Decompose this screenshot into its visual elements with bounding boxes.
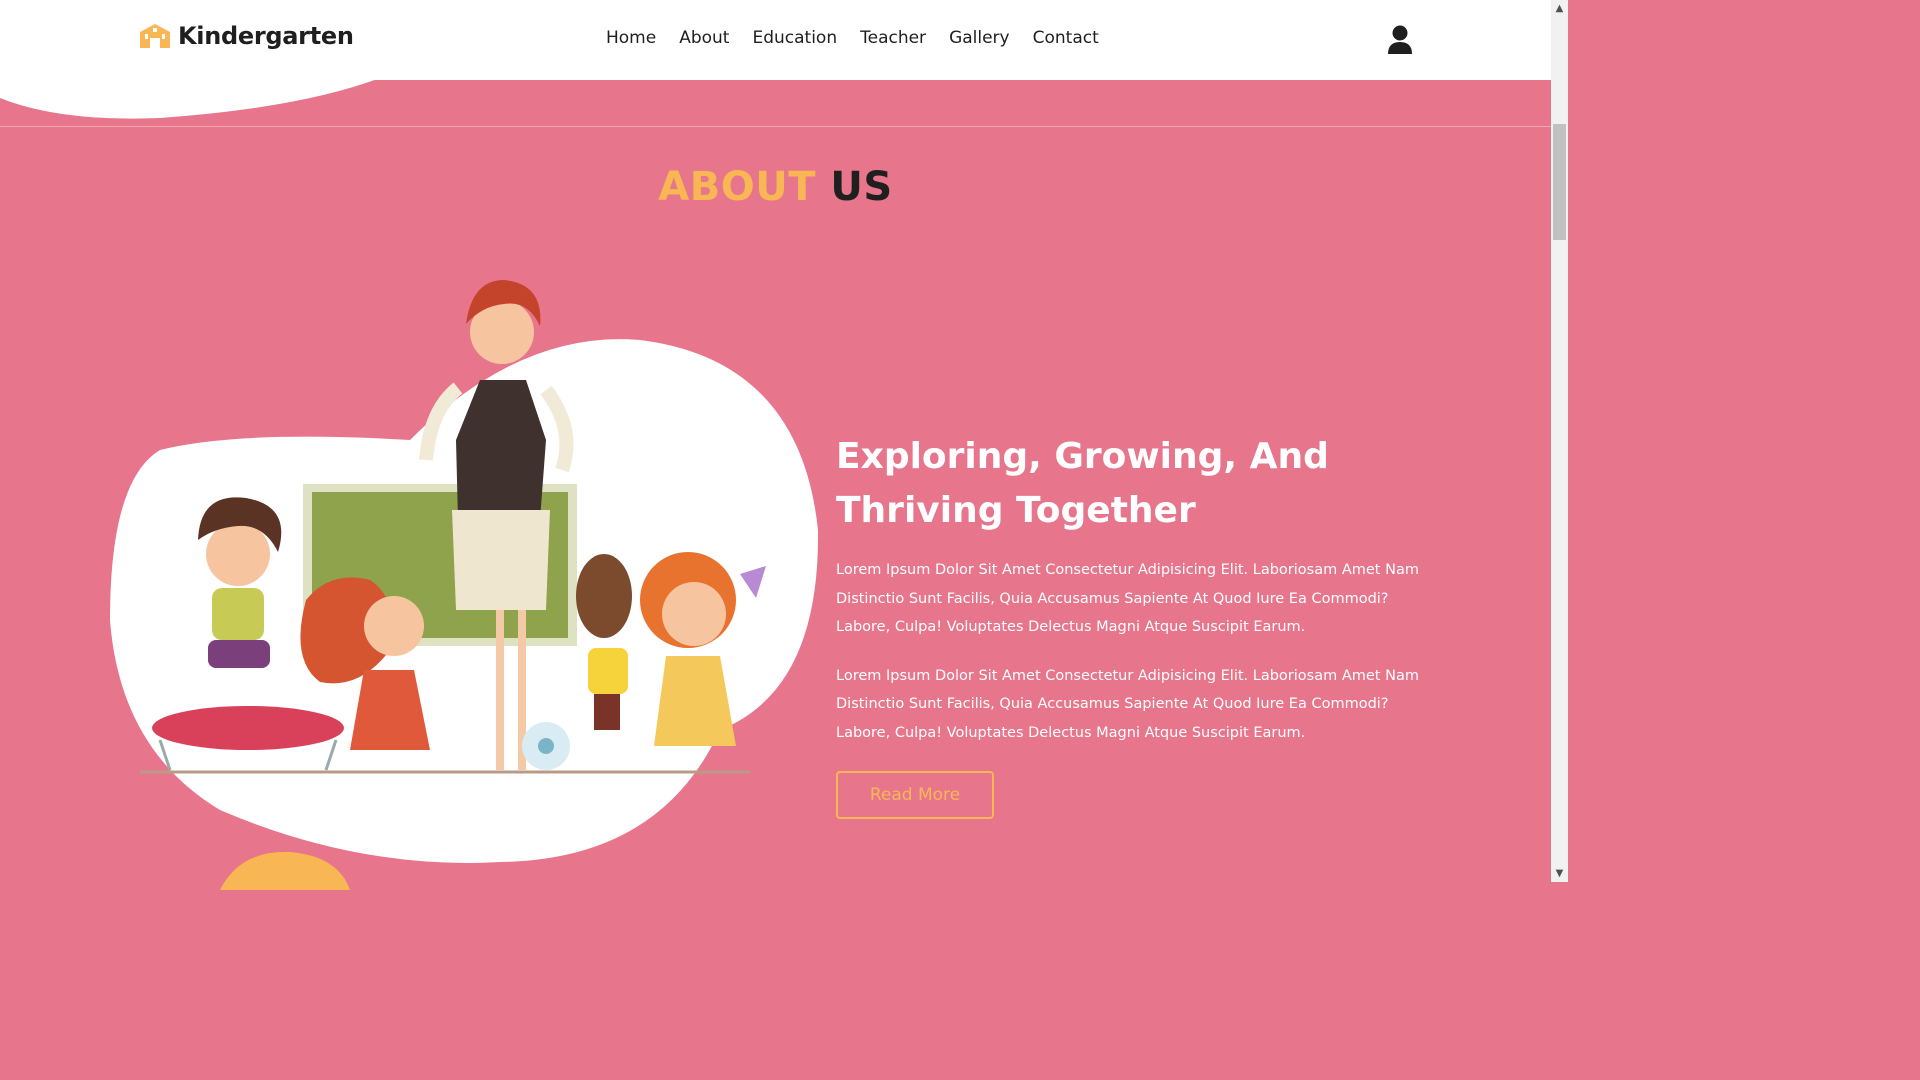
user-button[interactable] xyxy=(1386,24,1414,56)
decorative-blob xyxy=(220,851,350,890)
page-scrollbar[interactable]: ▲ ▼ xyxy=(1551,0,1568,882)
nav-about[interactable]: About xyxy=(679,28,729,48)
nav-home[interactable]: Home xyxy=(606,28,656,48)
logo[interactable]: Kindergarten xyxy=(138,22,354,50)
school-logo-icon xyxy=(140,24,170,48)
site-header: Kindergarten Home About Education Teache… xyxy=(0,0,1551,80)
section-title: ABOUT US xyxy=(0,164,1551,210)
teacher-kids-illustration xyxy=(110,280,819,863)
scroll-up-icon[interactable]: ▲ xyxy=(1551,0,1568,17)
nav-education[interactable]: Education xyxy=(752,28,837,48)
about-content: Exploring, Growing, And Thriving Togethe… xyxy=(836,430,1446,819)
about-paragraph-1: Lorem Ipsum Dolor Sit Amet Consectetur A… xyxy=(836,562,1419,635)
scroll-thumb[interactable] xyxy=(1553,124,1566,240)
about-paragraph-2: Lorem Ipsum Dolor Sit Amet Consectetur A… xyxy=(836,667,1419,741)
logo-text: Kindergarten xyxy=(178,22,354,50)
main-nav: Home About Education Teacher Gallery Con… xyxy=(606,28,1122,48)
about-heading: Exploring, Growing, And Thriving Togethe… xyxy=(836,436,1329,531)
read-more-button[interactable]: Read More xyxy=(836,771,994,819)
section-title-highlight: ABOUT xyxy=(658,164,816,210)
nav-gallery[interactable]: Gallery xyxy=(949,28,1010,48)
section-title-rest: US xyxy=(830,164,893,210)
scroll-down-icon[interactable]: ▼ xyxy=(1551,865,1568,882)
nav-teacher[interactable]: Teacher xyxy=(860,28,926,48)
user-icon xyxy=(1388,25,1412,54)
header-wave xyxy=(0,78,380,119)
nav-contact[interactable]: Contact xyxy=(1033,28,1099,48)
